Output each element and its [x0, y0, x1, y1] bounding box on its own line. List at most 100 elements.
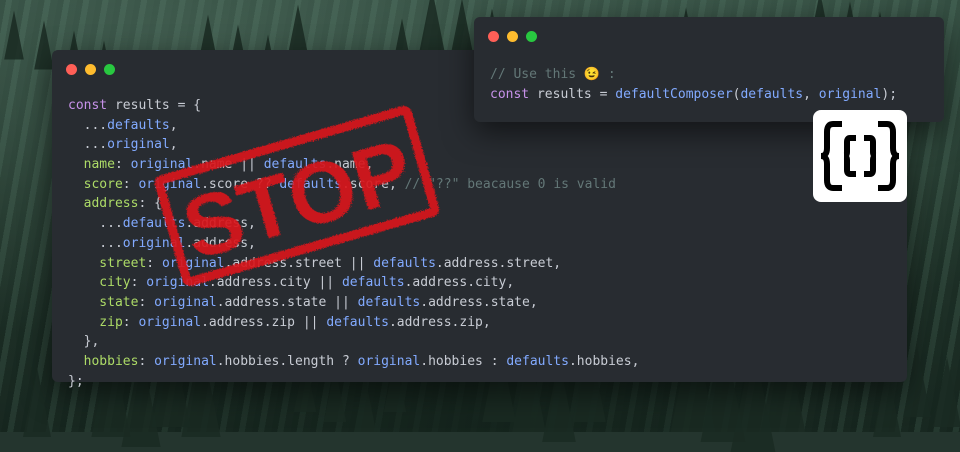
- tree-icon: [34, 20, 54, 70]
- tree-icon: [4, 10, 24, 60]
- code-token: ...: [68, 117, 108, 133]
- code-token: // "??" beacause 0 is valid: [404, 176, 616, 192]
- code-token: results =: [536, 86, 616, 102]
- code-token: ,: [169, 117, 178, 133]
- code-token: original: [107, 137, 170, 153]
- code-token: zip: [68, 314, 123, 330]
- code-token: original: [818, 86, 882, 102]
- code-token: defaults: [373, 255, 436, 271]
- code-token: defaults: [263, 157, 327, 173]
- code-line: hobbies: original.hobbies.length ? origi…: [68, 352, 640, 372]
- code-line: ...defaults.address,: [68, 214, 639, 234]
- maximize-dot[interactable]: [104, 64, 115, 75]
- code-line: address: {: [68, 194, 639, 214]
- code-token: score: [68, 176, 123, 192]
- curly-braces-logo-icon: [813, 110, 907, 202]
- code-token: ...: [68, 235, 123, 251]
- code-token: .address.zip,: [388, 314, 491, 330]
- code-token: .address,: [185, 216, 256, 232]
- code-token: ...: [68, 137, 108, 153]
- code-token: .hobbies.length ?: [216, 353, 358, 369]
- code-line: ...original,: [68, 135, 639, 155]
- code-token: original: [154, 353, 217, 369]
- code-line: score: original.score ?? defaults.score,…: [68, 175, 639, 195]
- code-token: },: [68, 334, 100, 350]
- code-token: .address.city,: [404, 275, 515, 291]
- code-line: street: original.address.street || defau…: [68, 254, 639, 274]
- main-code-block: const results = { ...defaults, ...origin…: [68, 96, 639, 391]
- snippet-window-controls: [488, 31, 537, 42]
- code-line: city: original.address.city || defaults.…: [68, 273, 639, 293]
- code-line: const results = defaultComposer(defaults…: [490, 85, 897, 105]
- code-token: original: [161, 255, 225, 271]
- code-token: defaults: [326, 314, 389, 330]
- code-token: // Use this 😉 :: [490, 67, 616, 82]
- code-token: const: [68, 98, 115, 113]
- code-token: original: [146, 275, 209, 291]
- code-line: name: original.name || defaults.name,: [68, 155, 639, 175]
- code-token: ...: [68, 216, 123, 232]
- code-token: original: [138, 176, 202, 192]
- code-token: defaults: [740, 86, 804, 102]
- code-token: );: [881, 86, 898, 102]
- code-token: state: [68, 294, 139, 310]
- snippet-maximize-dot[interactable]: [526, 31, 537, 42]
- code-token: defaults: [506, 353, 569, 369]
- code-token: original: [122, 235, 186, 251]
- code-token: hobbies: [68, 353, 139, 369]
- code-line: ...original.address,: [68, 234, 639, 254]
- tree-icon: [23, 367, 51, 437]
- code-token: defaultComposer: [615, 86, 733, 102]
- braces-glyph-icon: [820, 121, 900, 191]
- code-token: original: [357, 353, 421, 369]
- code-token: .address.zip ||: [201, 314, 327, 330]
- code-token: defaults: [341, 275, 405, 291]
- code-token: ,: [803, 86, 819, 102]
- code-token: .address.street ||: [224, 255, 374, 271]
- code-token: const: [490, 86, 537, 102]
- code-token: :: [122, 176, 139, 192]
- tree-icon: [933, 357, 960, 427]
- code-line: // Use this 😉 :: [490, 65, 897, 85]
- code-token: .address,: [185, 235, 256, 251]
- code-token: .address.city ||: [208, 275, 342, 291]
- snippet-minimize-dot[interactable]: [507, 31, 518, 42]
- code-token: :: [114, 157, 131, 173]
- code-token: .score ??: [201, 176, 280, 192]
- close-dot[interactable]: [66, 64, 77, 75]
- snippet-code-window: // Use this 😉 : const results = defaultCo…: [474, 17, 944, 122]
- snippet-code-block: // Use this 😉 : const results = defaultCo…: [490, 65, 897, 104]
- code-token: address: [68, 196, 139, 212]
- code-token: .name ||: [193, 157, 264, 173]
- code-token: :: [138, 294, 155, 310]
- code-token: .hobbies,: [568, 353, 640, 369]
- code-token: .address.state ||: [216, 294, 358, 310]
- code-token: .name,: [326, 157, 374, 173]
- code-token: .address.state,: [420, 294, 538, 310]
- code-line: },: [68, 332, 639, 352]
- minimize-dot[interactable]: [85, 64, 96, 75]
- code-token: original: [154, 294, 217, 310]
- code-token: .address.street,: [435, 255, 562, 271]
- code-line: zip: original.address.zip || defaults.ad…: [68, 313, 639, 333]
- snippet-close-dot[interactable]: [488, 31, 499, 42]
- code-token: defaults: [122, 216, 186, 232]
- code-token: ,: [169, 137, 178, 153]
- code-token: };: [68, 373, 84, 389]
- tree-icon: [903, 347, 931, 417]
- code-token: .score,: [341, 176, 405, 192]
- code-token: city: [68, 275, 131, 291]
- code-token: street: [68, 255, 147, 271]
- code-token: : {: [138, 196, 162, 212]
- code-token: :: [138, 353, 155, 369]
- code-token: defaults: [279, 176, 342, 192]
- code-token: defaults: [357, 294, 421, 310]
- code-token: results = {: [114, 98, 202, 113]
- code-token: defaults: [107, 117, 170, 133]
- code-token: name: [68, 157, 115, 173]
- code-token: original: [130, 157, 194, 173]
- code-token: :: [130, 275, 147, 291]
- code-line: state: original.address.state || default…: [68, 293, 639, 313]
- code-token: :: [146, 255, 162, 271]
- code-token: original: [138, 314, 202, 330]
